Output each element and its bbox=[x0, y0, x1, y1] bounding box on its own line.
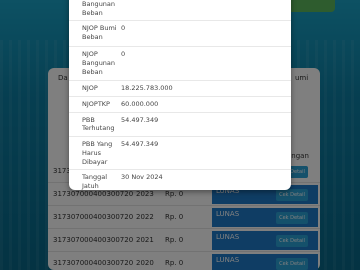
detail-label: PBB Yang Harus Dibayar bbox=[69, 136, 121, 171]
detail-value: 18.225.783.000 bbox=[121, 80, 291, 97]
detail-label: NJOPTKP bbox=[69, 96, 121, 113]
detail-value: 30 Nov 2024 bbox=[121, 169, 291, 190]
detail-row-njop: NJOP 18.225.783.000 bbox=[69, 80, 291, 97]
detail-row-njoptkp: NJOPTKP 60.000.000 bbox=[69, 96, 291, 113]
detail-value: 0 bbox=[121, 0, 291, 22]
detail-row-tanggal-jatuh-tempo: Tanggal Jatuh Tempo 30 Nov 2024 bbox=[69, 169, 291, 190]
detail-row-njop-bangunan-beban: NJOP Bangunan Beban 0 bbox=[69, 46, 291, 81]
detail-value: 60.000.000 bbox=[121, 96, 291, 113]
detail-value: 0 bbox=[121, 46, 291, 81]
detail-label: NJOP Bangunan Beban bbox=[69, 46, 121, 81]
tax-detail-table: Luas Bangunan Beban 0 NJOP Bumi Beban 0 … bbox=[69, 0, 291, 190]
detail-label: NJOP bbox=[69, 80, 121, 97]
detail-row-pbb-terhutang: PBB Terhutang 54.497.349 bbox=[69, 112, 291, 138]
detail-value: 54.497.349 bbox=[121, 136, 291, 171]
detail-label: NJOP Bumi Beban bbox=[69, 20, 121, 48]
detail-value: 54.497.349 bbox=[121, 112, 291, 138]
detail-row-luas-bangunan-beban: Luas Bangunan Beban 0 bbox=[69, 0, 291, 22]
tax-detail-modal: Luas Bangunan Beban 0 NJOP Bumi Beban 0 … bbox=[69, 0, 291, 190]
detail-value: 0 bbox=[121, 20, 291, 48]
detail-label: Tanggal Jatuh Tempo bbox=[69, 169, 121, 190]
detail-row-njop-bumi-beban: NJOP Bumi Beban 0 bbox=[69, 20, 291, 48]
detail-label: PBB Terhutang bbox=[69, 112, 121, 138]
detail-label: Luas Bangunan Beban bbox=[69, 0, 121, 22]
detail-row-pbb-yang-harus-dibayar: PBB Yang Harus Dibayar 54.497.349 bbox=[69, 136, 291, 171]
